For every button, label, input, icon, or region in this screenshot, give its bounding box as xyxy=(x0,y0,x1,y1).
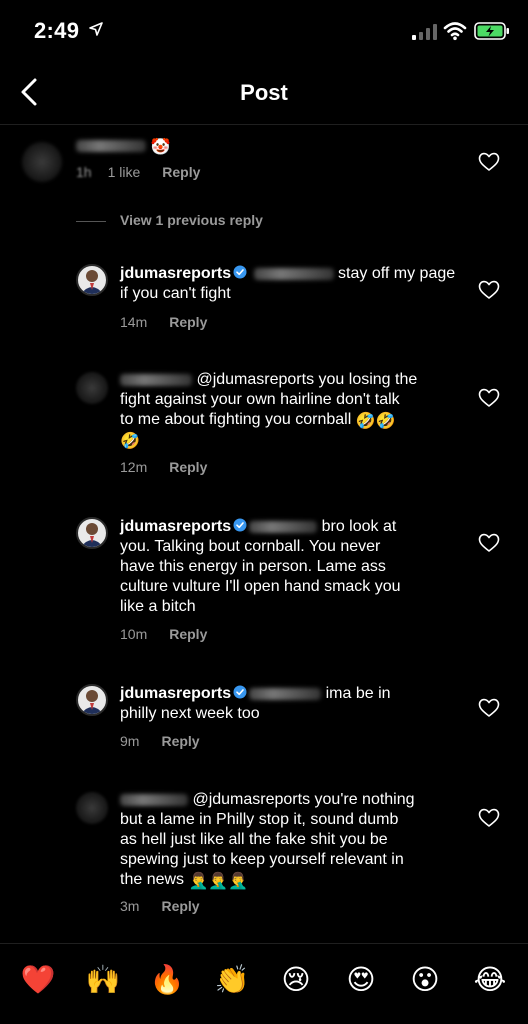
profile-photo xyxy=(81,690,103,714)
redacted-username xyxy=(120,373,192,386)
comment-text: jdumasreports ima be in philly next week… xyxy=(120,684,460,724)
page-title: Post xyxy=(240,80,288,105)
avatar[interactable] xyxy=(22,142,62,182)
reply-button[interactable]: Reply xyxy=(169,626,207,642)
reaction-clapping-hands[interactable]: 👏 xyxy=(214,962,250,998)
clown-emoji: 🤡 xyxy=(150,139,171,156)
reaction-tears-of-joy[interactable]: 😂 xyxy=(472,962,508,998)
comment-body-line: ima be in xyxy=(325,685,391,702)
comment-body-line: but a lame in Philly stop it, sound dumb xyxy=(120,811,399,828)
comment-time: 1h xyxy=(76,164,92,180)
comment-body-line: like a bitch xyxy=(120,598,196,615)
status-time: 2:49 xyxy=(34,18,80,43)
avatar[interactable] xyxy=(76,517,108,549)
reaction-fire[interactable]: 🔥 xyxy=(149,962,185,998)
comment-meta: 14m Reply xyxy=(120,314,229,330)
comment-body-line: culture vulture I'll open hand smack you xyxy=(120,578,401,595)
battery-charging-icon xyxy=(474,22,509,40)
comment: jdumasreports stay off my page if you ca… xyxy=(0,262,528,334)
comment-body-line: spewing just to keep yourself relevant i… xyxy=(120,851,404,868)
heart-icon[interactable] xyxy=(478,698,500,718)
avatar[interactable] xyxy=(76,264,108,296)
redacted-username xyxy=(76,139,146,152)
comment-body-line: bro look at xyxy=(321,518,397,535)
comment: @jdumasreports you losing the fight agai… xyxy=(0,368,528,478)
comment-text: jdumasreports bro look at you. Talking b… xyxy=(120,517,460,617)
like-count[interactable]: 1 like xyxy=(108,164,141,180)
comment-meta: 10m Reply xyxy=(120,626,229,642)
view-previous-replies-link[interactable]: View 1 previous reply xyxy=(76,212,263,228)
avatar[interactable] xyxy=(76,792,108,824)
laughing-emoji: 🤣 xyxy=(120,433,140,450)
heart-icon[interactable] xyxy=(478,808,500,828)
verified-badge-icon xyxy=(233,265,247,279)
comment-username[interactable]: jdumasreports xyxy=(120,685,231,702)
location-arrow-icon xyxy=(89,22,103,36)
reaction-surprised-face[interactable]: 😮 xyxy=(407,962,443,998)
redacted-mention xyxy=(249,520,318,533)
comment: jdumasreports ima be in philly next week… xyxy=(0,682,528,752)
heart-icon[interactable] xyxy=(478,533,500,553)
comment-time: 3m xyxy=(120,898,140,914)
comment-body-line: as hell just like all the fake shit you … xyxy=(120,831,388,848)
quick-reactions-bar: ❤️ 🙌 🔥 👏 😢 😍 😮 😂 xyxy=(0,943,528,1024)
verified-badge-icon xyxy=(233,685,247,699)
redacted-mention xyxy=(253,267,334,280)
reply-button[interactable]: Reply xyxy=(162,164,200,180)
post-comments-screen: 2:49 Post 🤡 1h 1 like Reply View 1 previ… xyxy=(0,0,528,1024)
comment-body-line: you. Talking bout cornball. You never xyxy=(120,538,381,555)
cellular-signal-icon xyxy=(412,24,437,40)
status-bar: 2:49 xyxy=(0,0,528,64)
reaction-raising-hands[interactable]: 🙌 xyxy=(85,962,121,998)
comment: 🤡 1h 1 like Reply xyxy=(0,136,528,192)
verified-badge-icon xyxy=(233,518,247,532)
comment: jdumasreports bro look at you. Talking b… xyxy=(0,515,528,645)
reply-button[interactable]: Reply xyxy=(169,314,207,330)
comment-meta: 3m Reply xyxy=(120,898,222,914)
comment-body-line: philly next week too xyxy=(120,705,260,722)
comment-time: 12m xyxy=(120,459,148,475)
profile-photo xyxy=(81,523,103,547)
comment-time: 9m xyxy=(120,733,140,749)
divider-line xyxy=(76,220,106,222)
heart-icon[interactable] xyxy=(478,388,500,408)
laughing-emoji: 🤣🤣 xyxy=(355,413,396,430)
avatar[interactable] xyxy=(76,684,108,716)
comment-body-line: the news xyxy=(120,871,185,888)
comment-body-line: to me about fighting you cornball xyxy=(120,411,352,428)
reaction-crying-face[interactable]: 😢 xyxy=(278,962,314,998)
nav-header: Post xyxy=(0,64,528,125)
reply-button[interactable]: Reply xyxy=(161,898,199,914)
reaction-red-heart[interactable]: ❤️ xyxy=(20,962,56,998)
avatar[interactable] xyxy=(76,372,108,404)
heart-icon[interactable] xyxy=(478,152,500,172)
comment-time: 14m xyxy=(120,314,148,330)
comment-username[interactable]: jdumasreports xyxy=(120,265,231,282)
reply-button[interactable]: Reply xyxy=(169,459,207,475)
comment-meta: 1h 1 like Reply xyxy=(76,164,222,180)
redacted-username xyxy=(120,793,188,806)
comment: @jdumasreports you're nothing but a lame… xyxy=(0,788,528,918)
reaction-heart-eyes[interactable]: 😍 xyxy=(343,962,379,998)
comment-meta: 12m Reply xyxy=(120,459,229,475)
comment-text: 🤡 xyxy=(76,136,170,156)
comment-time: 10m xyxy=(120,626,148,642)
comment-meta: 9m Reply xyxy=(120,733,222,749)
profile-photo xyxy=(81,270,103,294)
redacted-mention xyxy=(249,687,322,700)
comment-text: @jdumasreports you're nothing but a lame… xyxy=(120,790,460,890)
comment-body-line: @jdumasreports you losing the xyxy=(196,371,418,388)
heart-icon[interactable] xyxy=(478,280,500,300)
wifi-icon xyxy=(443,22,467,41)
comment-username[interactable]: jdumasreports xyxy=(120,518,231,535)
facepalm-emoji: 🤦‍♂️🤦‍♂️🤦‍♂️ xyxy=(188,873,249,890)
comment-body-line: have this energy in person. Lame ass xyxy=(120,558,386,575)
comment-text: jdumasreports stay off my page if you ca… xyxy=(120,264,460,304)
comment-text: @jdumasreports you losing the fight agai… xyxy=(120,370,460,450)
comment-body-line: fight against your own hairline don't ta… xyxy=(120,391,400,408)
comment-body-line: @jdumasreports you're nothing xyxy=(192,791,415,808)
reply-button[interactable]: Reply xyxy=(161,733,199,749)
view-previous-label: View 1 previous reply xyxy=(120,212,263,228)
